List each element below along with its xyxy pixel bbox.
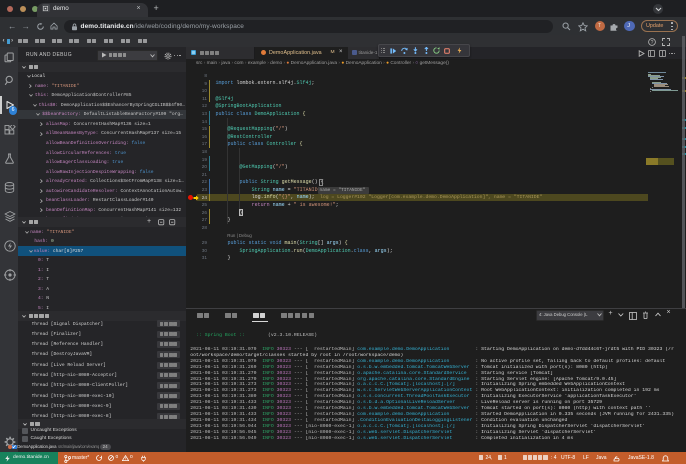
svg-text:?: ? [651,39,654,45]
